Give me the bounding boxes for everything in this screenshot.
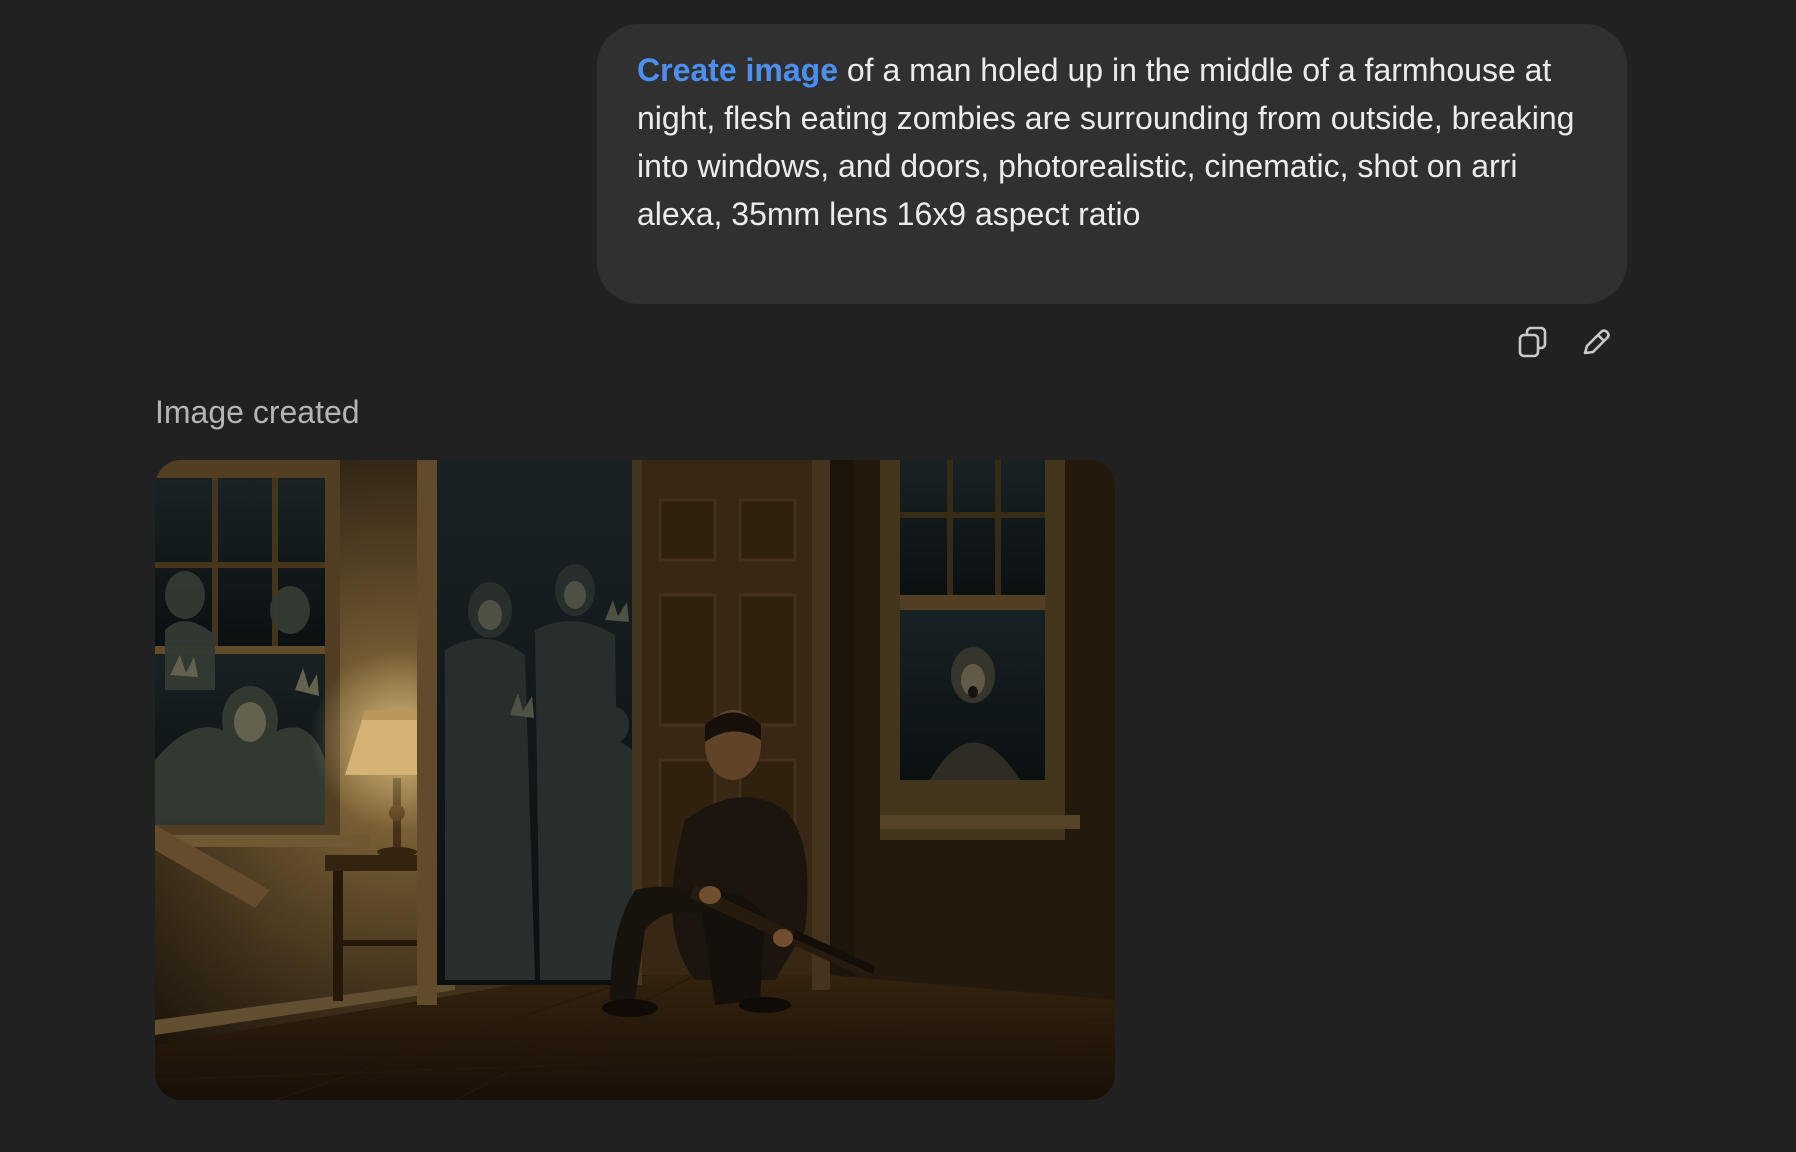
message-actions [1516, 322, 1612, 362]
image-created-status: Image created [155, 394, 360, 430]
pencil-icon [1583, 329, 1610, 355]
user-message-bubble: Create image of a man holed up in the mi… [597, 24, 1627, 304]
generated-image[interactable] [155, 460, 1115, 1100]
generated-image-illustration [155, 460, 1115, 1100]
copy-button[interactable] [1516, 322, 1550, 362]
create-image-command[interactable]: Create image [637, 52, 838, 88]
edit-button[interactable] [1578, 322, 1612, 362]
chat-page: Create image of a man holed up in the mi… [0, 0, 1796, 1152]
copy-icon [1518, 326, 1547, 358]
